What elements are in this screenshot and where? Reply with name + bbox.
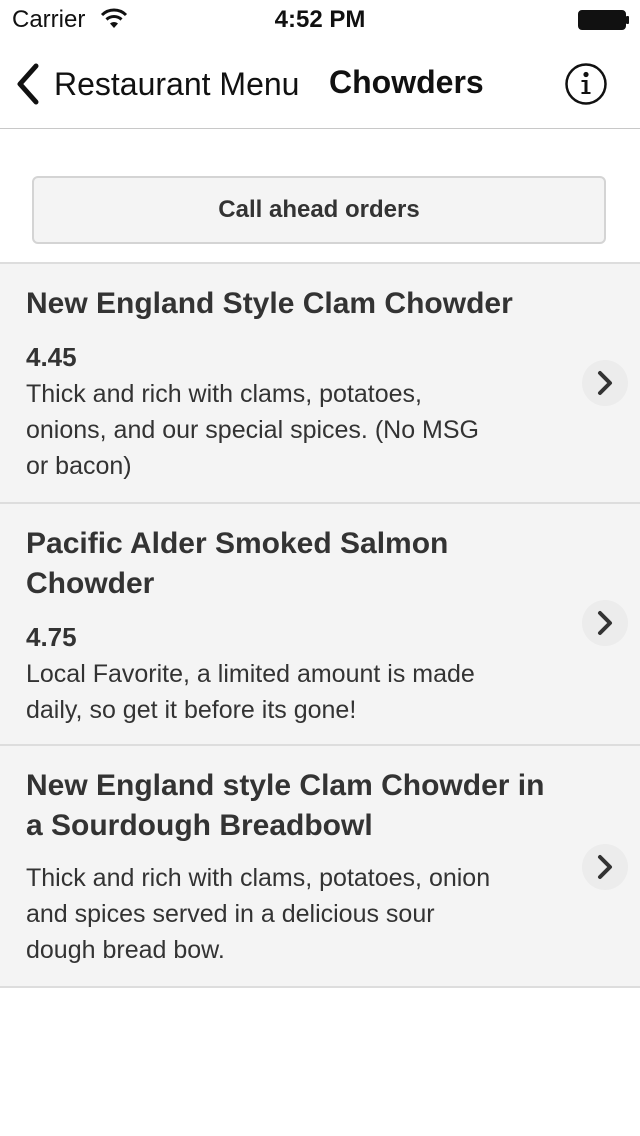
chevron-left-icon [14,62,42,106]
battery-icon [578,10,630,30]
status-bar: Carrier 4:52 PM [0,0,640,40]
menu-item[interactable]: Pacific Alder Smoked Salmon Chowder 4.75… [0,504,640,746]
chevron-right-icon[interactable] [582,600,628,646]
back-button[interactable]: Restaurant Menu [14,58,299,110]
item-name: Pacific Alder Smoked Salmon Chowder [26,527,449,600]
chevron-right-icon[interactable] [582,844,628,890]
item-description: Thick and rich with clams, potatoes, oni… [26,380,479,480]
item-name: New England Style Clam Chowder [26,287,513,320]
page-title: Chowders [329,64,484,100]
item-name: New England style Clam Chowder in a Sour… [26,769,545,842]
call-ahead-button[interactable]: Call ahead orders [32,176,606,244]
item-price: 4.75 [26,622,77,652]
back-button-label: Restaurant Menu [54,65,300,102]
navigation-bar: Restaurant Menu Chowders [0,40,640,129]
status-time: 4:52 PM [274,6,366,33]
menu-item[interactable]: New England Style Clam Chowder 4.45 Thic… [0,264,640,504]
item-description: Thick and rich with clams, potatoes, oni… [26,864,491,964]
item-description: Local Favorite, a limited amount is made… [26,660,475,724]
menu-item[interactable]: New England style Clam Chowder in a Sour… [0,746,640,988]
chevron-right-icon[interactable] [582,360,628,406]
info-icon[interactable] [564,62,608,106]
item-price: 4.45 [26,342,77,372]
menu-list: New England Style Clam Chowder 4.45 Thic… [0,262,640,988]
